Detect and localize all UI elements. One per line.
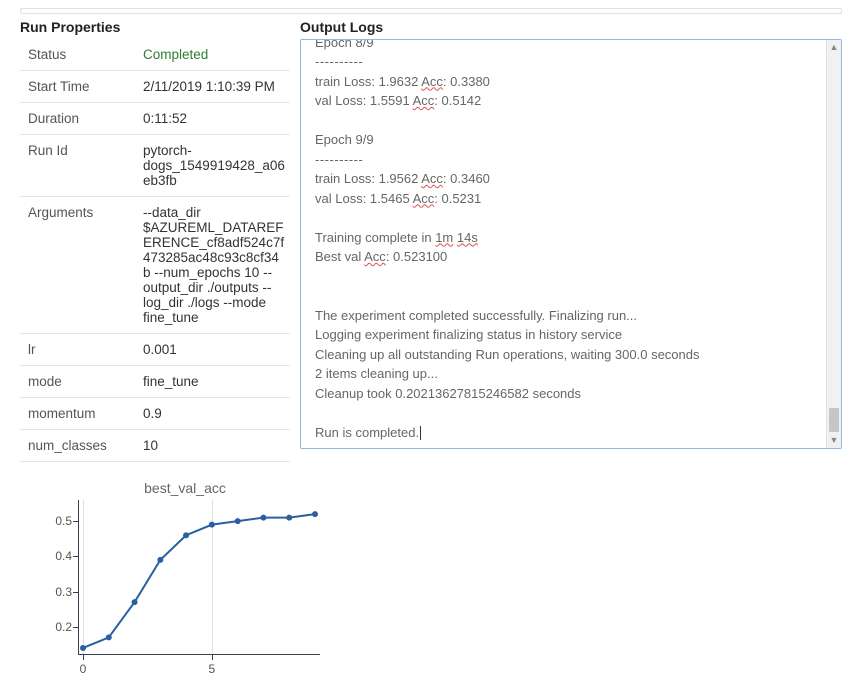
chart-point <box>209 522 215 528</box>
property-value: 0.001 <box>143 342 286 357</box>
chart-best-val-acc: best_val_acc 0 5 0.2 0.3 0.4 0.5 <box>20 480 320 675</box>
property-key: num_classes <box>28 438 143 453</box>
property-value: fine_tune <box>143 374 286 389</box>
text-cursor <box>420 426 421 440</box>
chart-point <box>183 532 189 538</box>
chart-point <box>286 515 292 521</box>
property-row-run-id: Run Id pytorch-dogs_1549919428_a06eb3fb <box>20 135 290 197</box>
scroll-up-icon[interactable]: ▲ <box>827 40 841 55</box>
property-value: 10 <box>143 438 286 453</box>
property-key: Run Id <box>28 143 143 188</box>
log-scrollbar[interactable]: ▲ ▼ <box>826 40 841 448</box>
y-tick-label: 0.2 <box>55 620 72 634</box>
x-tick-label: 5 <box>209 662 216 676</box>
property-value: 0:11:52 <box>143 111 286 126</box>
property-row-num-classes: num_classes 10 <box>20 430 290 462</box>
scroll-down-icon[interactable]: ▼ <box>827 433 841 448</box>
property-value: --data_dir $AZUREML_DATAREFERENCE_cf8adf… <box>143 205 286 325</box>
property-row-duration: Duration 0:11:52 <box>20 103 290 135</box>
property-key: Status <box>28 47 143 62</box>
y-tick-label: 0.5 <box>55 514 72 528</box>
property-value: 2/11/2019 1:10:39 PM <box>143 79 286 94</box>
run-properties-heading: Run Properties <box>20 19 290 35</box>
x-tick-label: 0 <box>80 662 87 676</box>
chart-point <box>312 511 318 517</box>
property-row-status: Status Completed <box>20 39 290 71</box>
chart-line <box>79 500 320 654</box>
chart-point <box>235 518 241 524</box>
scroll-thumb[interactable] <box>829 408 839 432</box>
property-key: Arguments <box>28 205 143 325</box>
property-value-status: Completed <box>143 47 286 62</box>
chart-title: best_val_acc <box>50 480 320 496</box>
chart-point <box>132 599 138 605</box>
property-key: mode <box>28 374 143 389</box>
property-key: Start Time <box>28 79 143 94</box>
output-logs-heading: Output Logs <box>300 19 842 35</box>
chart-point <box>260 515 266 521</box>
y-tick-label: 0.4 <box>55 549 72 563</box>
panel-divider <box>20 8 842 14</box>
property-row-momentum: momentum 0.9 <box>20 398 290 430</box>
y-tick-label: 0.3 <box>55 585 72 599</box>
property-row-mode: mode fine_tune <box>20 366 290 398</box>
property-row-lr: lr 0.001 <box>20 334 290 366</box>
property-row-start-time: Start Time 2/11/2019 1:10:39 PM <box>20 71 290 103</box>
property-key: Duration <box>28 111 143 126</box>
chart-point <box>80 645 86 651</box>
chart-point <box>106 634 112 640</box>
property-row-arguments: Arguments --data_dir $AZUREML_DATAREFERE… <box>20 197 290 334</box>
property-key: lr <box>28 342 143 357</box>
property-value: 0.9 <box>143 406 286 421</box>
chart-point <box>157 557 163 563</box>
property-key: momentum <box>28 406 143 421</box>
output-logs-textarea[interactable]: val Loss: 1.5672 Acc: 0.5156 Epoch 8/9 -… <box>300 39 842 449</box>
property-value: pytorch-dogs_1549919428_a06eb3fb <box>143 143 286 188</box>
